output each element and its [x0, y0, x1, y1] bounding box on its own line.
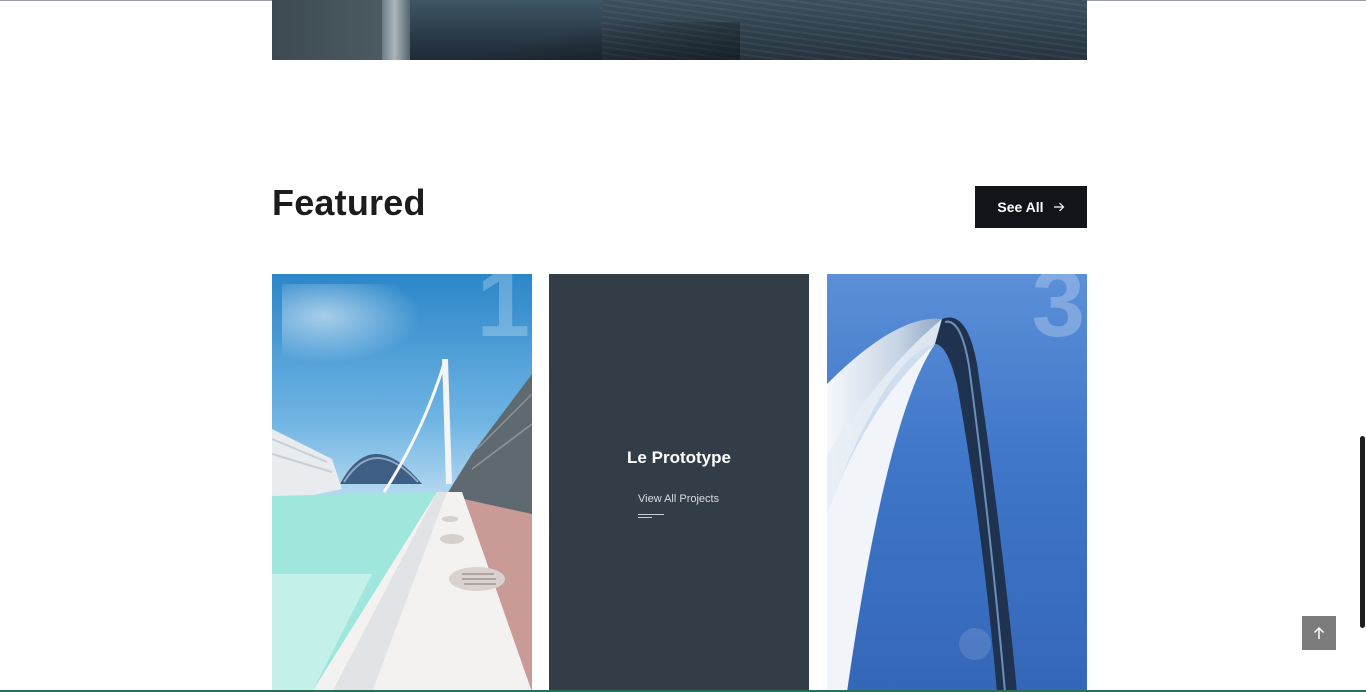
hero-wall [272, 0, 382, 60]
arrow-right-icon [1053, 202, 1064, 212]
card-3-number: 3 [1031, 274, 1085, 357]
featured-card-3[interactable]: 3 [827, 274, 1087, 692]
hero-pillar [382, 0, 410, 60]
see-all-button[interactable]: See All [975, 186, 1087, 228]
arrow-up-icon [1313, 626, 1325, 639]
scroll-to-top-button[interactable] [1302, 616, 1336, 650]
scrollbar-thumb[interactable] [1360, 436, 1365, 628]
card-1-number: 1 [476, 274, 530, 357]
featured-card-2: Le Prototype View All Projects [549, 274, 809, 692]
hero-shadow [410, 22, 740, 60]
featured-heading: Featured [272, 182, 426, 223]
link-underline [638, 514, 664, 515]
view-all-projects-link[interactable]: View All Projects [638, 493, 719, 505]
card-2-title: Le Prototype [627, 448, 731, 467]
page: Featured See All 1 Le Prototype View All… [0, 0, 1366, 692]
see-all-label: See All [997, 199, 1044, 215]
hero-image [272, 0, 1087, 60]
link-underline-short [638, 517, 652, 518]
featured-card-1[interactable]: 1 [272, 274, 532, 692]
